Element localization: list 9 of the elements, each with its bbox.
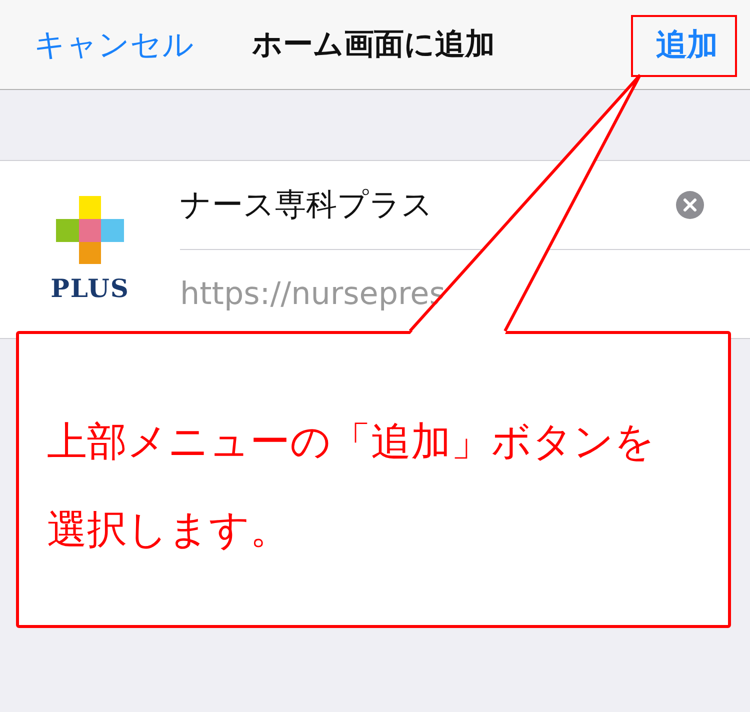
clear-icon[interactable] bbox=[676, 191, 704, 219]
callout-text: 上部メニューの「追加」ボタンを選択します。 bbox=[47, 418, 656, 555]
add-button[interactable]: 追加 bbox=[638, 14, 736, 76]
plus-logo-icon bbox=[56, 196, 124, 264]
logo-text: PLUS bbox=[50, 274, 130, 303]
screen-title: ホーム画面に追加 bbox=[251, 26, 496, 64]
name-field[interactable]: ナース専科プラス bbox=[180, 184, 676, 226]
url-text: https://nursepres bbox=[180, 276, 446, 312]
cancel-button[interactable]: キャンセル bbox=[34, 24, 194, 66]
